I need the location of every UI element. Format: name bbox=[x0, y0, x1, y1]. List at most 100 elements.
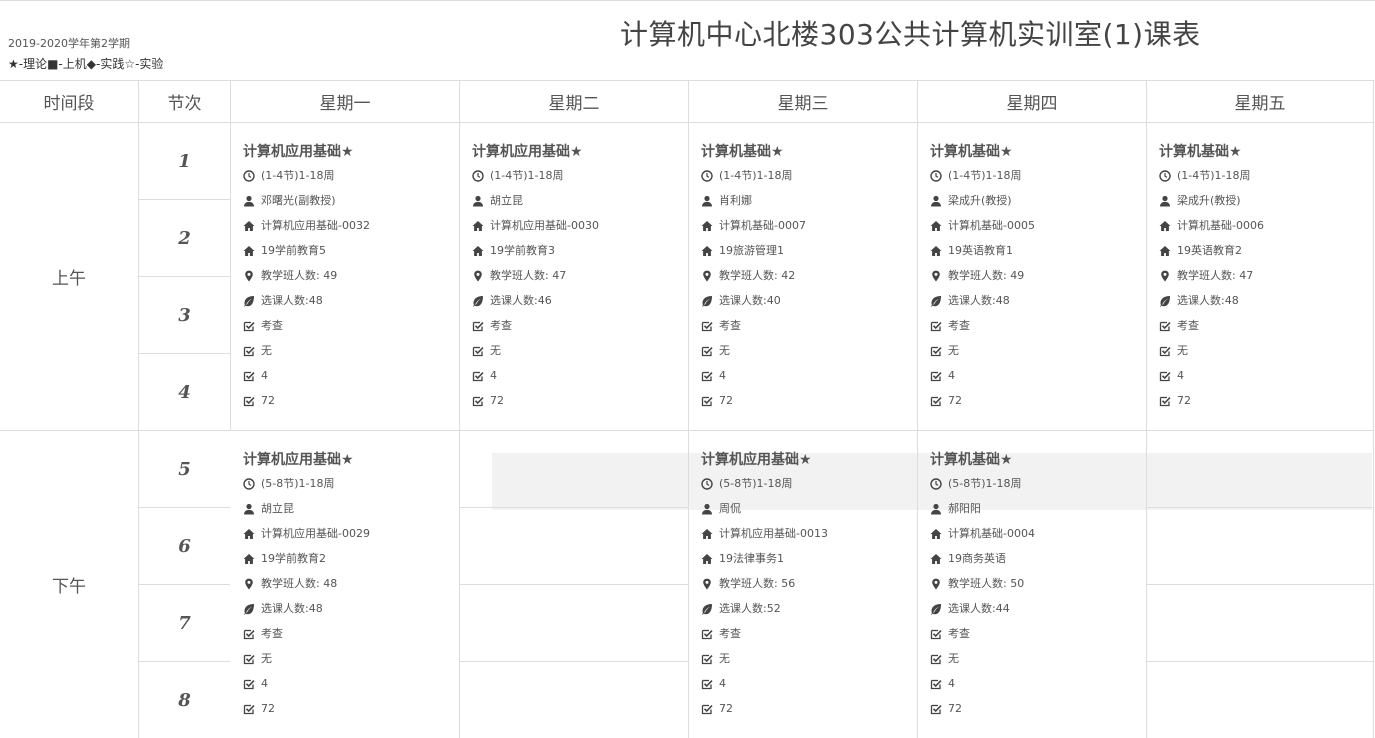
user-icon bbox=[243, 503, 255, 515]
course-enrolled-value: 选课人数:40 bbox=[719, 294, 781, 307]
course-class-size-value: 教学班人数: 47 bbox=[1177, 269, 1254, 282]
course-card-wed-am[interactable]: 计算机基础★ (1-4节)1-18周 肖利娜 计算机基础-0007 19旅游管理1 教学班… bbox=[688, 123, 910, 421]
course-group: 19学前教育5 bbox=[243, 238, 452, 263]
course-class-size: 教学班人数: 56 bbox=[701, 571, 910, 596]
course-name: 计算机基础★ bbox=[930, 144, 1013, 160]
clock-icon bbox=[701, 169, 713, 182]
course-assess-value: 考查 bbox=[719, 319, 741, 332]
course-teacher: 胡立昆 bbox=[472, 188, 681, 213]
course-group-value: 19英语教育2 bbox=[1177, 244, 1242, 257]
user-icon bbox=[930, 503, 942, 515]
course-note-value: 无 bbox=[1177, 344, 1188, 357]
course-teacher: 梁成升(教授) bbox=[1159, 188, 1368, 213]
course-note: 无 bbox=[472, 338, 681, 363]
map-pin-icon bbox=[243, 270, 255, 282]
home-icon bbox=[701, 220, 713, 232]
course-credit: 4 bbox=[701, 363, 910, 388]
header-day-fri: 星期五 bbox=[1146, 80, 1374, 123]
check-square-icon bbox=[930, 628, 942, 640]
empty-slot[interactable] bbox=[459, 431, 688, 508]
home-icon bbox=[701, 553, 713, 565]
course-name: 计算机应用基础★ bbox=[701, 452, 812, 468]
course-hours: 72 bbox=[243, 388, 452, 413]
course-group: 19商务英语 bbox=[930, 546, 1139, 571]
course-card-wed-pm[interactable]: 计算机应用基础★ (5-8节)1-18周 周侃 计算机应用基础-0013 19法律事务1… bbox=[688, 431, 910, 729]
empty-slot[interactable] bbox=[1146, 585, 1374, 662]
course-note: 无 bbox=[930, 646, 1139, 671]
semester-label: 2019-2020学年第2学期 bbox=[8, 37, 130, 50]
user-icon bbox=[472, 195, 484, 207]
course-class-code: 计算机应用基础-0032 bbox=[243, 213, 452, 238]
course-class-size-value: 教学班人数: 47 bbox=[490, 269, 567, 282]
course-card-fri-am[interactable]: 计算机基础★ (1-4节)1-18周 梁成升(教授) 计算机基础-0006 19英语教育… bbox=[1146, 123, 1368, 421]
home-icon bbox=[243, 528, 255, 540]
check-square-icon bbox=[1159, 320, 1171, 332]
leaf-icon bbox=[930, 295, 942, 307]
course-time: (5-8节)1-18周 bbox=[243, 471, 452, 496]
header-day-tue: 星期二 bbox=[459, 80, 688, 123]
section-2: 2 bbox=[138, 200, 230, 277]
course-card-tue-am[interactable]: 计算机应用基础★ (1-4节)1-18周 胡立昆 计算机应用基础-0030 19学前教育… bbox=[459, 123, 681, 421]
course-enrolled-value: 选课人数:48 bbox=[261, 602, 323, 615]
course-card-thu-am[interactable]: 计算机基础★ (1-4节)1-18周 梁成升(教授) 计算机基础-0005 19英语教育… bbox=[917, 123, 1139, 421]
course-teacher: 周侃 bbox=[701, 496, 910, 521]
course-card-mon-am[interactable]: 计算机应用基础★ (1-4节)1-18周 邓曙光(副教授) 计算机应用基础-0032 1… bbox=[230, 123, 452, 421]
course-hours: 72 bbox=[930, 696, 1139, 721]
course-class-code: 计算机应用基础-0013 bbox=[701, 521, 910, 546]
page-header: 2019-2020学年第2学期 ★-理论■-上机◆-实践☆-实验 计算机中心北楼… bbox=[0, 0, 1375, 80]
course-name: 计算机应用基础★ bbox=[472, 144, 583, 160]
section-4: 4 bbox=[138, 354, 230, 431]
section-6: 6 bbox=[138, 508, 230, 585]
course-time-value: (1-4节)1-18周 bbox=[490, 169, 564, 182]
check-square-icon bbox=[701, 628, 713, 640]
course-teacher: 邓曙光(副教授) bbox=[243, 188, 452, 213]
course-name: 计算机基础★ bbox=[930, 452, 1013, 468]
course-time-value: (1-4节)1-18周 bbox=[948, 169, 1022, 182]
course-card-thu-pm[interactable]: 计算机基础★ (5-8节)1-18周 郝阳阳 计算机基础-0004 19商务英语 教学班人… bbox=[917, 431, 1139, 729]
course-card-mon-pm[interactable]: 计算机应用基础★ (5-8节)1-18周 胡立昆 计算机应用基础-0029 19学前教育… bbox=[230, 431, 452, 729]
course-note-value: 无 bbox=[948, 652, 959, 665]
course-assess-value: 考查 bbox=[948, 319, 970, 332]
course-group-value: 19英语教育1 bbox=[948, 244, 1013, 257]
home-icon bbox=[243, 220, 255, 232]
check-square-icon bbox=[243, 653, 255, 665]
course-note-value: 无 bbox=[948, 344, 959, 357]
header-time-period: 时间段 bbox=[0, 80, 138, 123]
check-square-icon bbox=[243, 395, 255, 407]
course-class-code: 计算机基础-0007 bbox=[701, 213, 910, 238]
course-hours-value: 72 bbox=[948, 702, 962, 715]
course-note: 无 bbox=[1159, 338, 1368, 363]
check-square-icon bbox=[243, 370, 255, 382]
empty-slot[interactable] bbox=[1146, 508, 1374, 585]
course-assess-value: 考查 bbox=[1177, 319, 1199, 332]
course-assess: 考查 bbox=[930, 313, 1139, 338]
course-assess-value: 考查 bbox=[719, 627, 741, 640]
course-note-value: 无 bbox=[719, 652, 730, 665]
header-day-wed: 星期三 bbox=[688, 80, 917, 123]
course-group-value: 19旅游管理1 bbox=[719, 244, 784, 257]
period-morning: 上午 bbox=[0, 123, 138, 431]
leaf-icon bbox=[243, 603, 255, 615]
course-class-size: 教学班人数: 42 bbox=[701, 263, 910, 288]
check-square-icon bbox=[930, 653, 942, 665]
user-icon bbox=[701, 503, 713, 515]
course-teacher-value: 肖利娜 bbox=[719, 194, 752, 207]
header-day-thu: 星期四 bbox=[917, 80, 1146, 123]
check-square-icon bbox=[930, 703, 942, 715]
leaf-icon bbox=[701, 603, 713, 615]
leaf-icon bbox=[701, 295, 713, 307]
check-square-icon bbox=[472, 395, 484, 407]
course-class-code-value: 计算机应用基础-0032 bbox=[261, 219, 370, 232]
empty-slot[interactable] bbox=[459, 585, 688, 662]
empty-slot[interactable] bbox=[1146, 431, 1374, 508]
course-class-size: 教学班人数: 48 bbox=[243, 571, 452, 596]
home-icon bbox=[930, 245, 942, 257]
course-note-value: 无 bbox=[490, 344, 501, 357]
course-enrolled-value: 选课人数:46 bbox=[490, 294, 552, 307]
course-credit: 4 bbox=[701, 671, 910, 696]
map-pin-icon bbox=[701, 270, 713, 282]
course-assess: 考查 bbox=[243, 313, 452, 338]
empty-slot[interactable] bbox=[459, 508, 688, 585]
course-assess: 考查 bbox=[701, 313, 910, 338]
course-class-code-value: 计算机基础-0007 bbox=[719, 219, 806, 232]
